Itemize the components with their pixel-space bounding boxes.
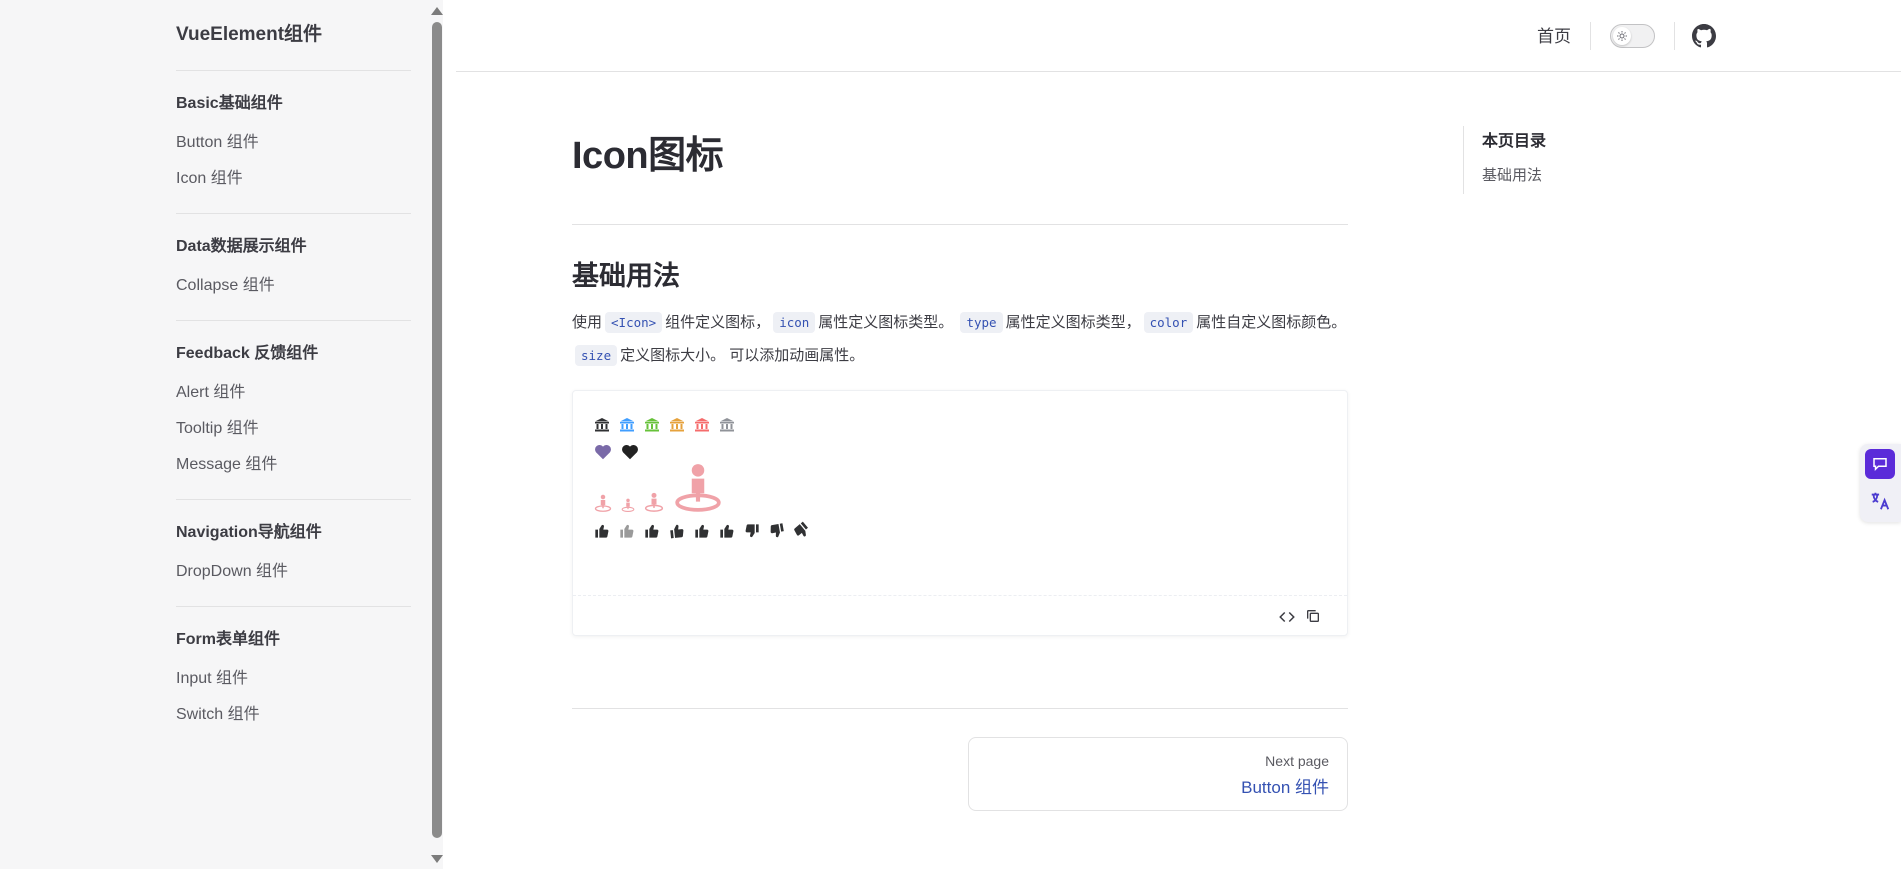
bank-icon [594, 417, 610, 433]
person-location-icon [594, 494, 612, 512]
bank-icon [644, 417, 660, 433]
site-brand[interactable]: VueElement组件 [176, 0, 411, 71]
bank-icon [619, 417, 635, 433]
thumbs-up-icon [644, 523, 660, 539]
sidebar-nav: VueElement组件 Basic基础组件 Button 组件 Icon 组件… [176, 0, 411, 749]
navbar-divider [1590, 22, 1591, 50]
inline-code: <Icon> [605, 312, 663, 333]
sidebar-item-switch[interactable]: Switch 组件 [176, 697, 411, 733]
sidebar-item-message[interactable]: Message 组件 [176, 447, 411, 483]
sidebar-item-button[interactable]: Button 组件 [176, 125, 411, 161]
outline-title: 本页目录 [1482, 133, 1547, 150]
sidebar-group-title: Data数据展示组件 [176, 238, 307, 255]
nav-home-link[interactable]: 首页 [1537, 22, 1571, 47]
section-description: 使用 <Icon> 组件定义图标， icon 属性定义图标类型。 type 属性定义图标类… [572, 306, 1348, 372]
desc-text: 使用 [572, 314, 603, 331]
sidebar-group-title: Basic基础组件 [176, 95, 283, 112]
demo-row-size-icons [594, 462, 732, 512]
person-location-icon [673, 462, 723, 512]
scrollbar-thumb[interactable] [432, 22, 442, 838]
sidebar-group-title: Feedback 反馈组件 [176, 345, 319, 362]
inline-code: color [1143, 312, 1194, 333]
sidebar-item-tooltip[interactable]: Tooltip 组件 [176, 411, 411, 447]
scroll-down-arrow-icon[interactable] [431, 855, 443, 863]
sidebar-item-input[interactable]: Input 组件 [176, 661, 411, 697]
chat-icon[interactable] [1865, 449, 1895, 479]
theme-toggle[interactable] [1610, 24, 1655, 48]
demo-row-animated-icons [594, 521, 819, 539]
github-icon[interactable] [1692, 24, 1716, 48]
bank-icon [694, 417, 710, 433]
sun-icon [1613, 27, 1631, 45]
thumbs-down-icon [794, 521, 810, 539]
thumbs-down-icon [744, 523, 760, 539]
floating-toolbar [1860, 444, 1901, 522]
bank-icon [719, 417, 735, 433]
sidebar-group-basic: Basic基础组件 Button 组件 Icon 组件 [176, 71, 411, 214]
sidebar-group-feedback: Feedback 反馈组件 Alert 组件 Tooltip 组件 Messag… [176, 321, 411, 500]
thumbs-up-icon [694, 523, 710, 539]
footer-divider [572, 708, 1348, 709]
scroll-up-arrow-icon[interactable] [431, 7, 443, 15]
desc-text: 属性定义图标类型， [1005, 314, 1141, 331]
person-location-icon [644, 492, 664, 512]
desc-text: 属性定义图标类型。 [818, 314, 954, 331]
top-navbar [456, 0, 1901, 72]
sidebar-group-navigation: Navigation导航组件 DropDown 组件 [176, 500, 411, 607]
demo-row-colored-icons [594, 417, 744, 433]
thumbs-up-icon [619, 523, 635, 539]
translate-icon[interactable] [1865, 486, 1895, 516]
heart-icon [594, 444, 612, 460]
thumbs-down-icon [769, 523, 785, 539]
outline-link-basic-usage[interactable]: 基础用法 [1482, 158, 1723, 194]
sidebar-group-title: Navigation导航组件 [176, 524, 322, 541]
next-page-title: Button 组件 [1241, 778, 1329, 797]
next-page-link[interactable]: Next page Button 组件 [968, 737, 1348, 811]
thumbs-up-icon [594, 523, 610, 539]
next-page-label: Next page [1265, 753, 1329, 769]
sidebar-item-alert[interactable]: Alert 组件 [176, 375, 411, 411]
demo-row-heart-icons [594, 444, 648, 460]
bank-icon [669, 417, 685, 433]
code-icon[interactable] [1278, 608, 1296, 626]
title-divider [572, 224, 1348, 225]
demo-toolbar [573, 595, 1347, 635]
desc-text: 属性自定义图标颜色。 [1196, 314, 1347, 331]
demo-block [572, 390, 1348, 636]
sidebar-item-collapse[interactable]: Collapse 组件 [176, 268, 411, 304]
page-title: Icon图标 [572, 135, 724, 177]
heart-icon [621, 444, 639, 460]
sidebar: VueElement组件 Basic基础组件 Button 组件 Icon 组件… [0, 0, 443, 869]
section-title: 基础用法 [572, 261, 680, 291]
inline-code: type [960, 312, 1003, 333]
sidebar-item-dropdown[interactable]: DropDown 组件 [176, 554, 411, 590]
sidebar-group-data: Data数据展示组件 Collapse 组件 [176, 214, 411, 321]
thumbs-up-icon [719, 523, 735, 539]
person-location-icon [621, 498, 635, 512]
desc-text: 定义图标大小。 可以添加动画属性。 [620, 347, 865, 364]
desc-text: 组件定义图标， [665, 314, 771, 331]
page-outline: 本页目录 基础用法 [1463, 126, 1723, 194]
sidebar-item-icon[interactable]: Icon 组件 [176, 161, 411, 197]
navbar-divider [1674, 22, 1675, 50]
sidebar-group-form: Form表单组件 Input 组件 Switch 组件 [176, 607, 411, 749]
thumbs-up-icon [669, 523, 685, 539]
inline-code: icon [773, 312, 816, 333]
inline-code: size [575, 345, 618, 366]
copy-icon[interactable] [1305, 608, 1323, 626]
sidebar-group-title: Form表单组件 [176, 631, 281, 648]
